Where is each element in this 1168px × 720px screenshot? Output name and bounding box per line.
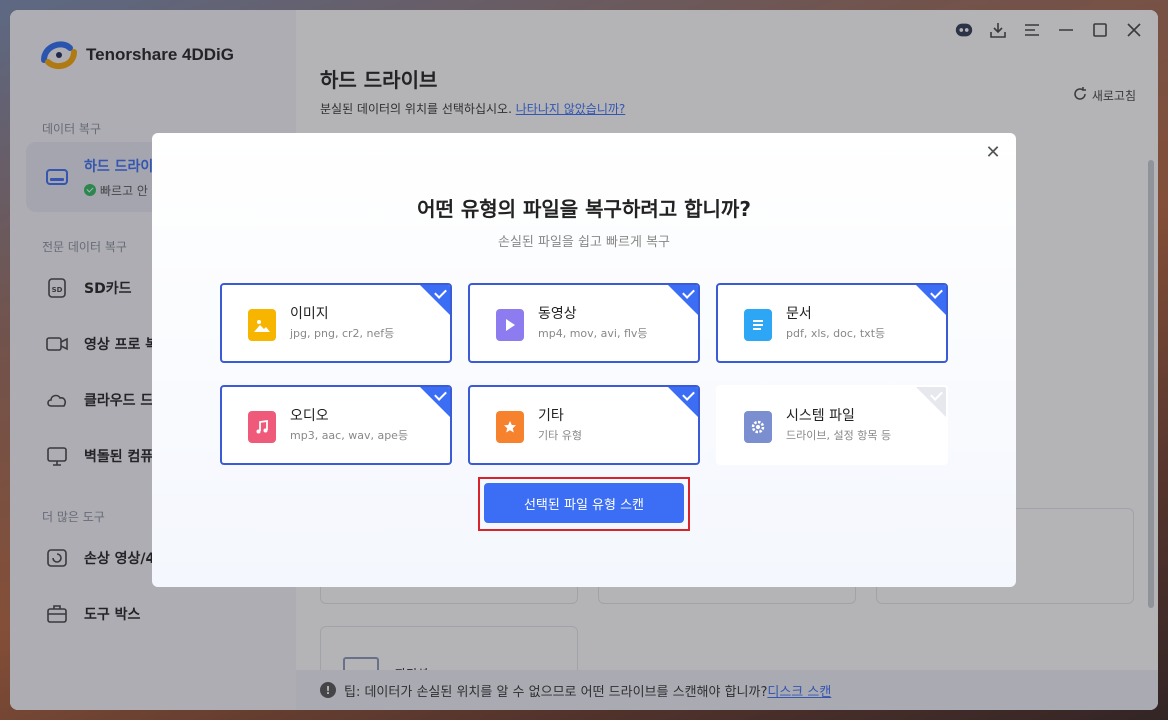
selected-corner — [419, 285, 450, 316]
file-type-desc: pdf, xls, doc, txt등 — [786, 327, 886, 340]
file-type-system[interactable]: 시스템 파일 드라이브, 설정 항목 등 — [716, 385, 948, 465]
file-type-document[interactable]: 문서 pdf, xls, doc, txt등 — [716, 283, 948, 363]
audio-icon — [248, 411, 276, 443]
unselected-corner — [915, 387, 946, 418]
star-file-icon — [496, 411, 524, 443]
file-type-image[interactable]: 이미지 jpg, png, cr2, nef등 — [220, 283, 452, 363]
file-type-dialog: ✕ 어떤 유형의 파일을 복구하려고 합니까? 손실된 파일을 쉽고 빠르게 복… — [152, 133, 1016, 587]
file-type-desc: jpg, png, cr2, nef등 — [290, 327, 395, 340]
file-type-video[interactable]: 동영상 mp4, mov, avi, flv등 — [468, 283, 700, 363]
file-type-desc: 기타 유형 — [538, 429, 582, 442]
video-icon — [496, 309, 524, 341]
dialog-subtitle: 손실된 파일을 쉽고 빠르게 복구 — [497, 235, 670, 250]
document-icon — [744, 309, 772, 341]
file-type-audio[interactable]: 오디오 mp3, aac, wav, ape등 — [220, 385, 452, 465]
gear-file-icon — [744, 411, 772, 443]
selected-corner — [667, 285, 698, 316]
file-type-desc: mp4, mov, avi, flv등 — [538, 327, 648, 340]
file-type-desc: mp3, aac, wav, ape등 — [290, 429, 409, 442]
selected-corner — [419, 387, 450, 418]
file-type-desc: 드라이브, 설정 항목 등 — [786, 429, 892, 442]
dialog-title: 어떤 유형의 파일을 복구하려고 합니까? — [417, 197, 751, 221]
file-type-name: 오디오 — [290, 408, 329, 424]
file-type-name: 시스템 파일 — [786, 408, 855, 424]
file-type-name: 문서 — [786, 306, 812, 322]
close-icon[interactable]: ✕ — [982, 141, 1004, 163]
scan-selected-types-button[interactable]: 선택된 파일 유형 스캔 — [484, 483, 684, 523]
file-type-name: 동영상 — [538, 306, 577, 322]
selected-corner — [667, 387, 698, 418]
file-type-name: 기타 — [538, 408, 564, 424]
image-icon — [248, 309, 276, 341]
file-type-name: 이미지 — [290, 306, 329, 322]
selected-corner — [915, 285, 946, 316]
file-type-other[interactable]: 기타 기타 유형 — [468, 385, 700, 465]
